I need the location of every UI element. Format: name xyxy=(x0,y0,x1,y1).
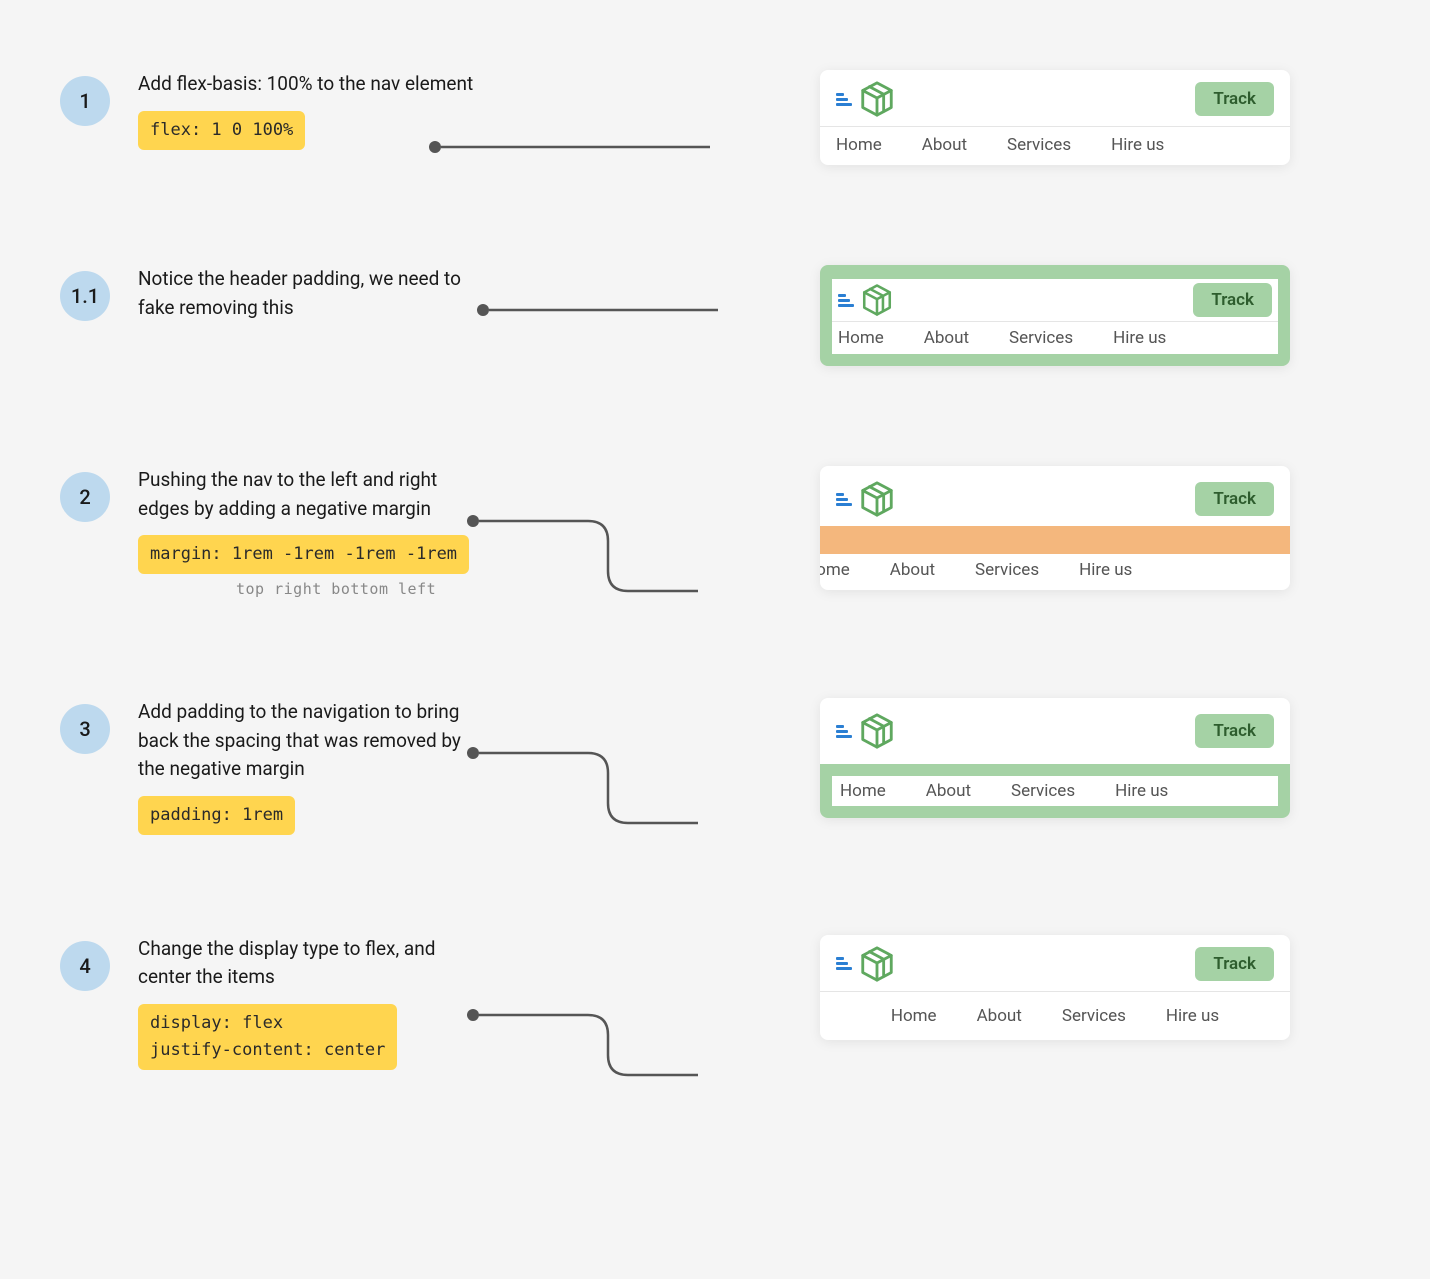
nav-services[interactable]: Services xyxy=(1011,781,1075,801)
step-3: 3 Add padding to the navigation to bring… xyxy=(60,698,1290,835)
step-badge: 2 xyxy=(60,472,110,522)
nav: Home About Services Hire us xyxy=(820,126,1290,165)
header-row: Track xyxy=(832,279,1278,321)
header-row: Track xyxy=(820,70,1290,126)
step-desc: Notice the header padding, we need to fa… xyxy=(138,265,478,322)
logo xyxy=(836,480,896,518)
step-badge: 1.1 xyxy=(60,271,110,321)
cube-icon xyxy=(858,712,896,750)
step-text: Pushing the nav to the left and right ed… xyxy=(138,466,478,598)
nav: Home About Services Hire us xyxy=(820,991,1290,1040)
preview-3: Track Home About Services Hire us xyxy=(820,698,1290,818)
cube-icon xyxy=(858,80,896,118)
nav: Home About Services Hire us xyxy=(820,554,1290,590)
header-row: Track xyxy=(820,935,1290,991)
track-button[interactable]: Track xyxy=(1195,482,1274,516)
step-desc: Add padding to the navigation to bring b… xyxy=(138,698,478,784)
code-snippet: padding: 1rem xyxy=(138,796,295,835)
code-snippet: margin: 1rem -1rem -1rem -1rem xyxy=(138,535,469,574)
code-sublabels: top right bottom left xyxy=(138,580,478,598)
step-4: 4 Change the display type to flex, and c… xyxy=(60,935,1290,1070)
nav-hire[interactable]: Hire us xyxy=(1166,1006,1219,1026)
nav-home[interactable]: Home xyxy=(840,781,886,801)
nav-hire[interactable]: Hire us xyxy=(1111,135,1164,155)
step-desc: Pushing the nav to the left and right ed… xyxy=(138,466,478,523)
step-1: 1 Add flex-basis: 100% to the nav elemen… xyxy=(60,70,1290,165)
nav-about[interactable]: About xyxy=(926,781,971,801)
menu-bars-icon xyxy=(836,725,852,738)
code-snippet: flex: 1 0 100% xyxy=(138,111,305,150)
preview-1: Track Home About Services Hire us xyxy=(820,70,1290,165)
nav-services[interactable]: Services xyxy=(1009,328,1073,348)
nav: Home About Services Hire us xyxy=(832,321,1278,354)
step-text: Change the display type to flex, and cen… xyxy=(138,935,478,1070)
nav-about[interactable]: About xyxy=(977,1006,1022,1026)
cube-icon xyxy=(860,283,894,317)
nav: Home About Services Hire us xyxy=(832,776,1278,806)
step-badge: 4 xyxy=(60,941,110,991)
nav-hire[interactable]: Hire us xyxy=(1115,781,1168,801)
nav-home[interactable]: Home xyxy=(820,560,850,580)
preview-2: Track Home About Services Hire us xyxy=(820,466,1290,590)
track-button[interactable]: Track xyxy=(1195,714,1274,748)
nav-hire[interactable]: Hire us xyxy=(1113,328,1166,348)
nav-services[interactable]: Services xyxy=(1062,1006,1126,1026)
preview-1-1: Track Home About Services Hire us xyxy=(820,265,1290,366)
menu-bars-icon xyxy=(836,493,852,506)
cube-icon xyxy=(858,480,896,518)
nav-home[interactable]: Home xyxy=(836,135,882,155)
step-badge: 1 xyxy=(60,76,110,126)
nav-home[interactable]: Home xyxy=(838,328,884,348)
code-snippet: display: flex justify-content: center xyxy=(138,1004,397,1070)
cube-icon xyxy=(858,945,896,983)
step-2: 2 Pushing the nav to the left and right … xyxy=(60,466,1290,598)
nav-about[interactable]: About xyxy=(922,135,967,155)
negative-margin-highlight xyxy=(820,526,1290,554)
header-row: Track xyxy=(820,698,1290,764)
track-button[interactable]: Track xyxy=(1195,947,1274,981)
track-button[interactable]: Track xyxy=(1195,82,1274,116)
logo xyxy=(836,712,896,750)
logo xyxy=(836,945,896,983)
logo xyxy=(838,283,894,317)
nav-home[interactable]: Home xyxy=(891,1006,937,1026)
preview-4: Track Home About Services Hire us xyxy=(820,935,1290,1040)
step-desc: Change the display type to flex, and cen… xyxy=(138,935,478,992)
nav-services[interactable]: Services xyxy=(1007,135,1071,155)
menu-bars-icon xyxy=(836,93,852,106)
step-desc: Add flex-basis: 100% to the nav element xyxy=(138,70,478,99)
step-text: Add flex-basis: 100% to the nav element … xyxy=(138,70,478,150)
nav-about[interactable]: About xyxy=(924,328,969,348)
step-1-1: 1.1 Notice the header padding, we need t… xyxy=(60,265,1290,366)
nav-hire[interactable]: Hire us xyxy=(1079,560,1132,580)
nav-about[interactable]: About xyxy=(890,560,935,580)
padding-highlight: Home About Services Hire us xyxy=(820,764,1290,818)
nav-services[interactable]: Services xyxy=(975,560,1039,580)
header-row: Track xyxy=(820,466,1290,526)
menu-bars-icon xyxy=(836,957,852,970)
step-text: Add padding to the navigation to bring b… xyxy=(138,698,478,835)
track-button[interactable]: Track xyxy=(1193,283,1272,317)
step-text: Notice the header padding, we need to fa… xyxy=(138,265,478,334)
logo xyxy=(836,80,896,118)
menu-bars-icon xyxy=(838,294,854,307)
step-badge: 3 xyxy=(60,704,110,754)
